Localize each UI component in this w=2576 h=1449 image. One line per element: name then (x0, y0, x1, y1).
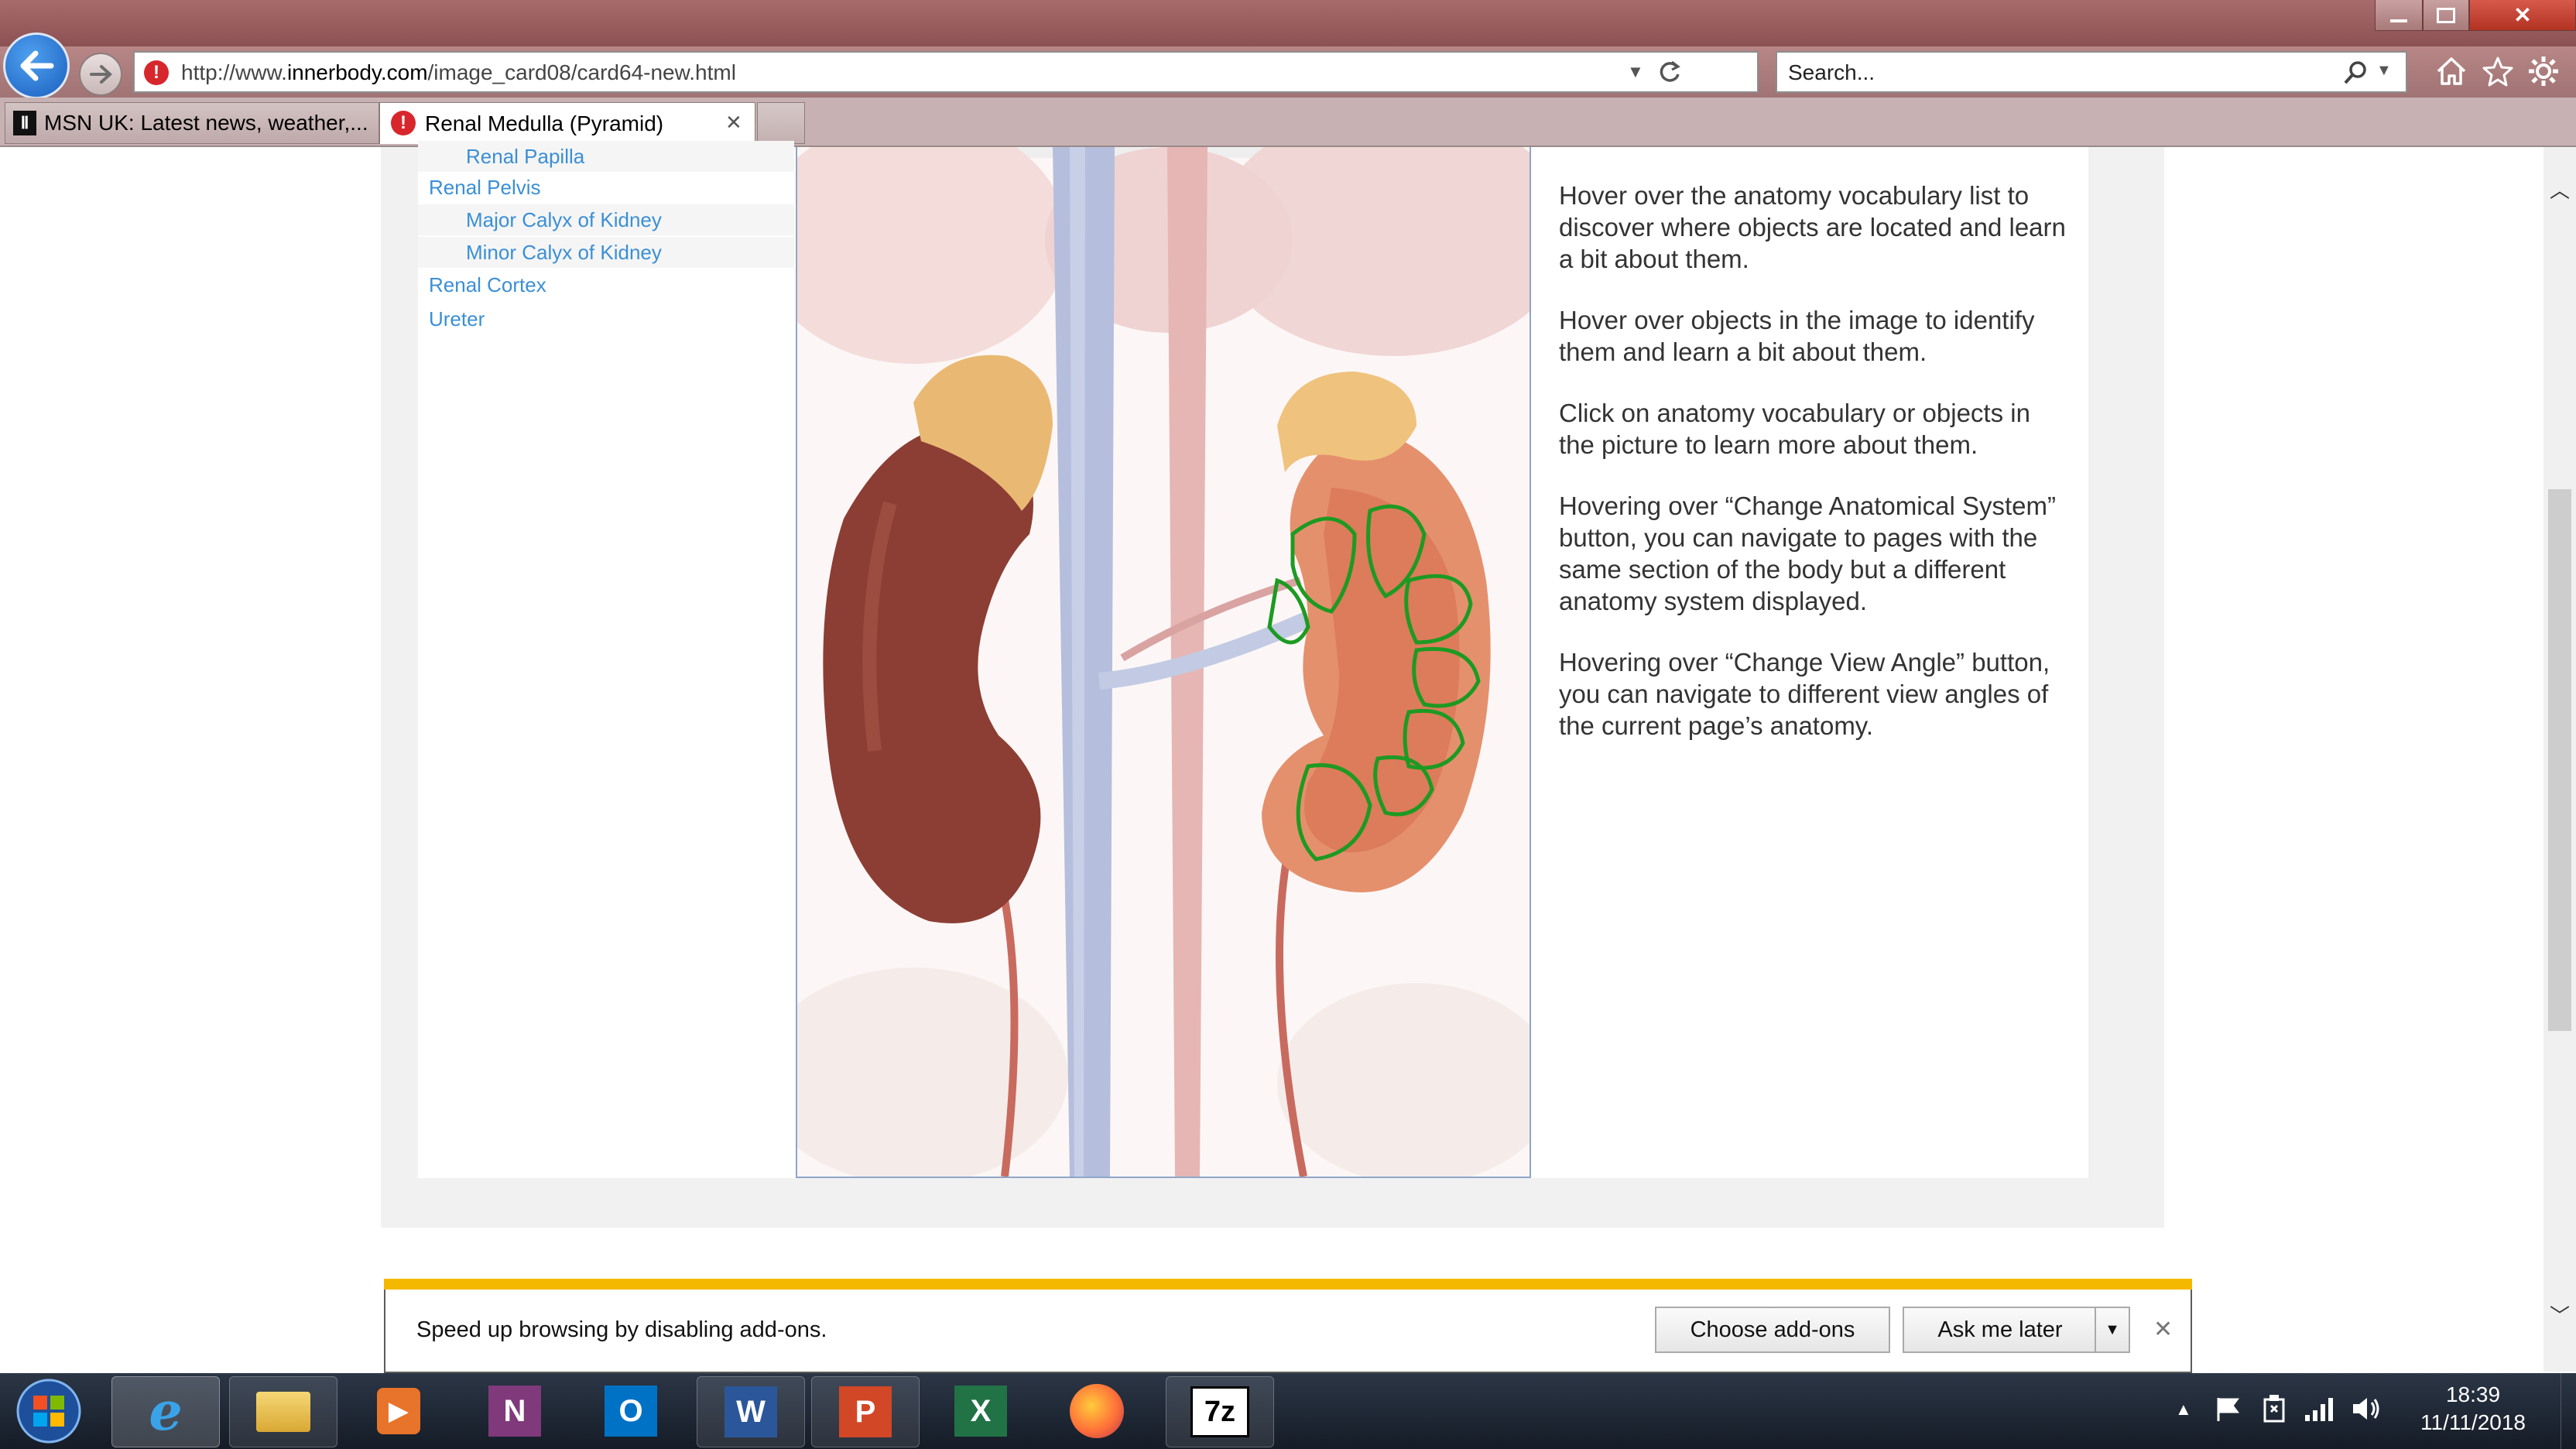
tab-renal-medulla[interactable]: ! Renal Medulla (Pyramid) ✕ (379, 102, 755, 144)
address-bar[interactable]: ! http://www.innerbody.com/image_card08/… (133, 51, 1759, 93)
scrollbar-thumb[interactable] (2548, 489, 2571, 1031)
new-tab-button[interactable] (757, 102, 805, 144)
show-hidden-icons[interactable]: ▲ (2175, 1399, 2192, 1420)
outlook-icon: O (605, 1386, 657, 1437)
anatomy-image[interactable] (796, 147, 1531, 1178)
show-desktop-button[interactable] (2561, 1373, 2576, 1449)
forward-arrow-icon (90, 65, 112, 84)
help-paragraph-1: Hover over the anatomy vocabulary list t… (1559, 181, 2066, 273)
taskbar-onenote[interactable]: N (461, 1376, 568, 1446)
tab-label: MSN UK: Latest news, weather,... (44, 111, 368, 135)
action-center-flag-icon[interactable] (2214, 1395, 2242, 1423)
vocab-item-renal-papilla[interactable]: Renal Papilla (418, 141, 794, 172)
taskbar-firefox[interactable] (1043, 1376, 1150, 1446)
firefox-icon (1070, 1384, 1124, 1438)
media-player-icon: ▶ (377, 1388, 420, 1434)
vertical-scrollbar[interactable]: ︿ ﹀ (2543, 147, 2576, 1372)
network-signal-icon[interactable] (2304, 1395, 2334, 1423)
help-paragraph-2: Hover over objects in the image to ident… (1559, 306, 2035, 366)
settings-gear-icon[interactable] (2526, 54, 2561, 88)
taskbar-word[interactable]: W (697, 1376, 805, 1447)
help-paragraph-3: Click on anatomy vocabulary or objects i… (1559, 399, 2030, 459)
back-button[interactable] (3, 33, 70, 99)
notification-accent (384, 1279, 2192, 1290)
minimize-button[interactable] (2375, 0, 2423, 31)
taskbar-outlook[interactable]: O (577, 1376, 684, 1446)
internet-explorer-icon: e (149, 1381, 183, 1443)
minimize-icon (2390, 19, 2407, 22)
taskbar-internet-explorer[interactable]: e (111, 1376, 220, 1447)
tab-label: Renal Medulla (Pyramid) (425, 111, 664, 135)
excel-icon: X (954, 1386, 1007, 1437)
help-paragraph-5: Hovering over “Change View Angle” button… (1559, 648, 2050, 740)
volume-icon[interactable] (2350, 1395, 2382, 1423)
scroll-up-icon[interactable]: ︿ (2550, 175, 2570, 204)
7zip-icon: 7z (1190, 1386, 1249, 1437)
msn-favicon-icon: Ⅱ (13, 111, 36, 135)
search-box[interactable]: Search... ▼ (1776, 51, 2407, 93)
system-clock[interactable]: 18:39 11/11/2018 (2400, 1381, 2547, 1437)
vocab-item-major-calyx[interactable]: Major Calyx of Kidney (418, 204, 794, 235)
search-dropdown-icon[interactable]: ▼ (2376, 62, 2392, 80)
tab-close-icon[interactable]: ✕ (725, 111, 742, 135)
taskbar-powerpoint[interactable]: P (811, 1376, 920, 1447)
clock-date: 11/11/2018 (2420, 1410, 2526, 1434)
favorites-star-icon[interactable] (2482, 56, 2514, 87)
close-icon: ✕ (2513, 3, 2532, 27)
kidney-illustration[interactable] (797, 147, 1530, 1177)
onenote-icon: N (488, 1386, 541, 1437)
home-icon[interactable] (2435, 56, 2468, 87)
windows-logo-icon (16, 1379, 81, 1444)
address-dropdown-icon[interactable]: ▼ (1627, 62, 1644, 82)
notification-message: Speed up browsing by disabling add-ons. (416, 1317, 827, 1342)
taskbar-media-player[interactable]: ▶ (345, 1376, 452, 1446)
site-warning-icon: ! (144, 60, 169, 85)
window-title-bar (0, 0, 2576, 50)
clock-time: 18:39 (2445, 1382, 2501, 1406)
chevron-down-icon: ▼ (2105, 1321, 2120, 1338)
help-text: Hover over the anatomy vocabulary list t… (1559, 180, 2070, 771)
vocab-item-ureter[interactable]: Ureter (418, 303, 794, 334)
taskbar-excel[interactable]: X (927, 1376, 1034, 1446)
vocab-item-renal-cortex[interactable]: Renal Cortex (418, 269, 794, 300)
refresh-icon[interactable] (1656, 59, 1683, 85)
restore-icon (2437, 7, 2455, 23)
ask-later-dropdown-button[interactable]: ▼ (2095, 1307, 2130, 1353)
restore-button[interactable] (2423, 0, 2469, 31)
start-button[interactable] (11, 1376, 87, 1446)
powerpoint-icon: P (839, 1386, 892, 1437)
notification-close-icon[interactable]: ✕ (2153, 1316, 2173, 1343)
ask-me-later-button[interactable]: Ask me later (1903, 1307, 2098, 1353)
scroll-down-icon[interactable]: ﹀ (2550, 1300, 2570, 1329)
folder-icon (256, 1392, 310, 1432)
vocab-item-renal-pelvis[interactable]: Renal Pelvis (418, 172, 794, 203)
vocab-item-minor-calyx[interactable]: Minor Calyx of Kidney (418, 237, 794, 268)
search-input[interactable]: Search... (1788, 60, 1875, 85)
search-icon[interactable] (2342, 59, 2370, 87)
taskbar-7zip[interactable]: 7z (1166, 1376, 1274, 1447)
power-icon[interactable] (2260, 1393, 2288, 1424)
back-arrow-icon (20, 50, 54, 81)
help-paragraph-4: Hovering over “Change Anatomical System”… (1559, 492, 2056, 615)
taskbar-file-explorer[interactable] (229, 1376, 337, 1447)
address-url: http://www.innerbody.com/image_card08/ca… (181, 60, 736, 84)
close-window-button[interactable]: ✕ (2469, 0, 2576, 31)
choose-addons-button[interactable]: Choose add-ons (1655, 1307, 1890, 1353)
site-warning-icon: ! (391, 111, 416, 135)
word-icon: W (724, 1386, 777, 1437)
forward-button[interactable] (79, 53, 122, 96)
tab-msn[interactable]: Ⅱ MSN UK: Latest news, weather,... (5, 102, 379, 144)
